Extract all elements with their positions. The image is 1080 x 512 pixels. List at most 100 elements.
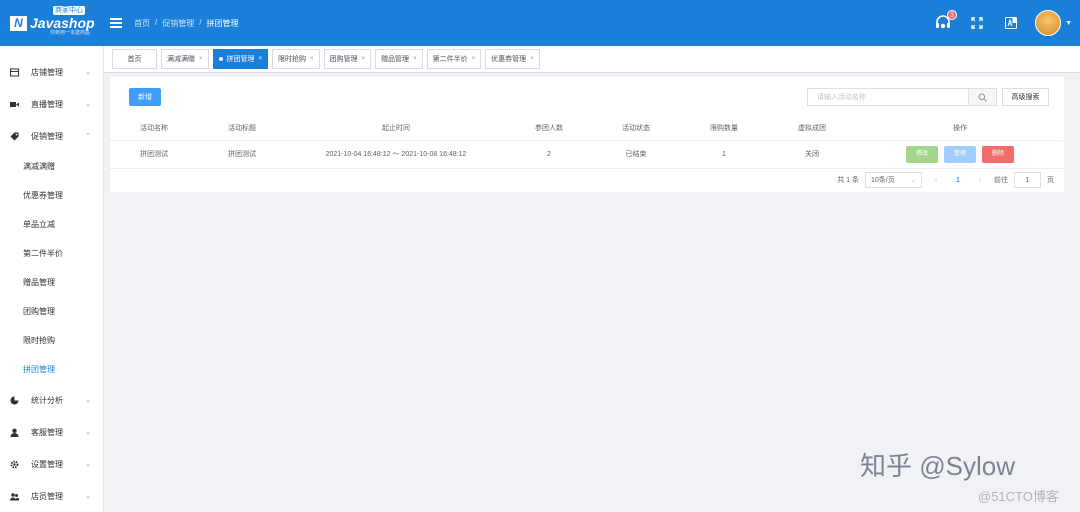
- tab-label: 团购管理: [329, 56, 358, 63]
- cell-status: 已结束: [592, 140, 680, 169]
- advanced-search-button[interactable]: 高级搜索: [1002, 88, 1049, 106]
- tab-group-buy[interactable]: 团购管理 ×: [323, 49, 372, 69]
- avatar[interactable]: [1035, 10, 1062, 36]
- sidebar-item-promotion[interactable]: 促销管理 ⌃: [0, 120, 103, 152]
- gear-icon: [10, 460, 19, 469]
- top-header: N Javashop 商家中心 你到用一本建商品 首页 / 促销管理 / 拼团管…: [0, 0, 1080, 46]
- sidebar-item-label: 促销管理: [31, 131, 63, 141]
- logo-badge: 商家中心: [53, 6, 85, 15]
- sidebar-item-live[interactable]: 直播管理 ⌄: [0, 88, 103, 120]
- breadcrumb-current: 拼团管理: [206, 18, 239, 28]
- watermark-main: 知乎 @Sylow: [860, 451, 1015, 481]
- search-icon[interactable]: [968, 89, 996, 105]
- breadcrumb-home[interactable]: 首页: [134, 18, 150, 29]
- delete-button[interactable]: 删除: [982, 145, 1014, 163]
- sidebar-subitem-active[interactable]: 拼团管理: [0, 355, 103, 384]
- close-icon[interactable]: ×: [259, 56, 263, 62]
- next-page-icon[interactable]: ›: [972, 177, 988, 184]
- add-button[interactable]: 新增: [129, 88, 161, 106]
- tab-group-buy-pin[interactable]: 拼团管理 ×: [212, 49, 269, 69]
- prev-page-icon[interactable]: ‹: [928, 177, 944, 184]
- chevron-down-icon: ⌄: [85, 461, 91, 468]
- sidebar-subitem[interactable]: 单品立减: [0, 210, 103, 239]
- tab-label: 满减满赠: [167, 56, 195, 63]
- search-input[interactable]: [808, 89, 968, 105]
- tab-full-reduction[interactable]: 满减满赠 ×: [161, 49, 209, 69]
- users-icon: [10, 492, 19, 501]
- page-number[interactable]: 1: [950, 177, 966, 184]
- tab-second-half-price[interactable]: 第二件半价 ×: [426, 49, 482, 69]
- tab-coupons[interactable]: 优惠券管理 ×: [485, 49, 540, 69]
- tab-label: 赠品管理: [381, 56, 410, 63]
- page-size-select[interactable]: 10条/页 ⌄: [865, 172, 922, 188]
- sidebar-subitem[interactable]: 满减满赠: [0, 152, 103, 181]
- pagination-total: 共 1 条: [837, 177, 859, 184]
- close-icon[interactable]: ×: [362, 56, 366, 62]
- goto-label: 前往: [994, 177, 1008, 184]
- tab-label: 拼团管理: [226, 56, 255, 63]
- sidebar-subitem[interactable]: 限时抢购: [0, 326, 103, 355]
- user-icon: [10, 428, 19, 437]
- hamburger-menu-icon[interactable]: [110, 16, 122, 31]
- sidebar-item-label: 统计分析: [31, 395, 63, 405]
- column-header: 限购数量: [680, 117, 768, 141]
- sidebar-item-staff[interactable]: 店员管理 ⌄: [0, 480, 103, 512]
- sidebar-item-settings[interactable]: 设置管理 ⌄: [0, 448, 103, 480]
- chevron-up-icon: ⌃: [85, 133, 91, 140]
- sidebar-subitem[interactable]: 赠品管理: [0, 268, 103, 297]
- cell-participants: 2: [506, 140, 592, 169]
- shop-icon: [10, 68, 19, 77]
- customer-service-icon[interactable]: 3: [933, 10, 958, 33]
- sidebar-subitem[interactable]: 第二件半价: [0, 239, 103, 268]
- breadcrumb-section[interactable]: 促销管理: [162, 18, 194, 29]
- header-actions: 3 ▼: [933, 0, 1080, 46]
- tab-gifts[interactable]: 赠品管理 ×: [375, 49, 423, 69]
- column-header: 操作: [856, 117, 1064, 141]
- sidebar-item-label: 直播管理: [31, 99, 63, 109]
- chevron-down-icon: ⌄: [85, 101, 91, 108]
- breadcrumb-separator: /: [199, 17, 202, 27]
- sidebar: 店铺管理 ⌄ 直播管理 ⌄ 促销管理 ⌃ 满减满赠 优惠券管理 单品立减 第二件…: [0, 46, 104, 512]
- tab-home[interactable]: 首页: [112, 49, 157, 69]
- close-icon[interactable]: ×: [310, 56, 314, 62]
- notification-badge: 3: [947, 10, 958, 20]
- sidebar-item-label: 设置管理: [31, 459, 63, 469]
- page-unit-label: 页: [1047, 177, 1054, 184]
- data-table: 活动名称 活动标题 起止时间 参团人数 活动状态 限购数量 虚拟成团 操作 拼团…: [110, 117, 1064, 169]
- close-icon[interactable]: ×: [199, 56, 203, 62]
- language-icon[interactable]: [1001, 13, 1021, 33]
- tab-flash-sale[interactable]: 限时抢购 ×: [272, 49, 320, 69]
- manage-button[interactable]: 管理: [944, 145, 976, 163]
- table-row: 拼团测试 拼团测试 2021-10-04 16:48:12 ～ 2021-10-…: [110, 140, 1064, 169]
- sidebar-item-label: 店铺管理: [31, 67, 63, 77]
- sidebar-item-service[interactable]: 客服管理 ⌄: [0, 416, 103, 448]
- edit-button[interactable]: 修改: [906, 145, 938, 163]
- tab-label: 首页: [127, 56, 142, 63]
- fullscreen-icon[interactable]: [967, 13, 987, 33]
- sidebar-item-label: 客服管理: [31, 427, 63, 437]
- goto-page-input[interactable]: [1014, 172, 1041, 188]
- cell-activity-name: 拼团测试: [110, 140, 198, 169]
- chevron-down-icon: ⌄: [910, 177, 916, 184]
- cell-actions: 修改 管理 删除: [856, 140, 1064, 169]
- close-icon[interactable]: ×: [472, 56, 476, 62]
- pagination: 共 1 条 10条/页 ⌄ ‹ 1 › 前往 页: [837, 172, 1054, 188]
- sidebar-item-shop[interactable]: 店铺管理 ⌄: [0, 56, 103, 88]
- column-header: 参团人数: [506, 117, 592, 141]
- table-header-row: 活动名称 活动标题 起止时间 参团人数 活动状态 限购数量 虚拟成团 操作: [110, 117, 1064, 141]
- sidebar-item-statistics[interactable]: 统计分析 ⌄: [0, 384, 103, 416]
- close-icon[interactable]: ×: [530, 56, 534, 62]
- logo[interactable]: N Javashop 商家中心 你到用一本建商品: [0, 0, 104, 46]
- sidebar-subitem[interactable]: 优惠券管理: [0, 181, 103, 210]
- content-card: 新增 高级搜索 活动名称 活动标题 起止时间 参团人数 活动状态 限购数量 虚拟…: [110, 77, 1064, 192]
- close-icon[interactable]: ×: [413, 56, 417, 62]
- cell-limit: 1: [680, 140, 768, 169]
- chevron-down-icon[interactable]: ▼: [1065, 20, 1072, 27]
- tab-label: 第二件半价: [432, 56, 468, 63]
- tabs-bar: 首页 满减满赠 × 拼团管理 × 限时抢购 × 团购管理 × 赠品管理 × 第二件半价 × …: [104, 46, 1080, 73]
- breadcrumb-separator: /: [155, 17, 158, 27]
- page-size-value: 10条/页: [871, 177, 895, 184]
- cell-activity-title: 拼团测试: [198, 140, 286, 169]
- sidebar-subitem[interactable]: 团购管理: [0, 297, 103, 326]
- search-box: [807, 88, 997, 106]
